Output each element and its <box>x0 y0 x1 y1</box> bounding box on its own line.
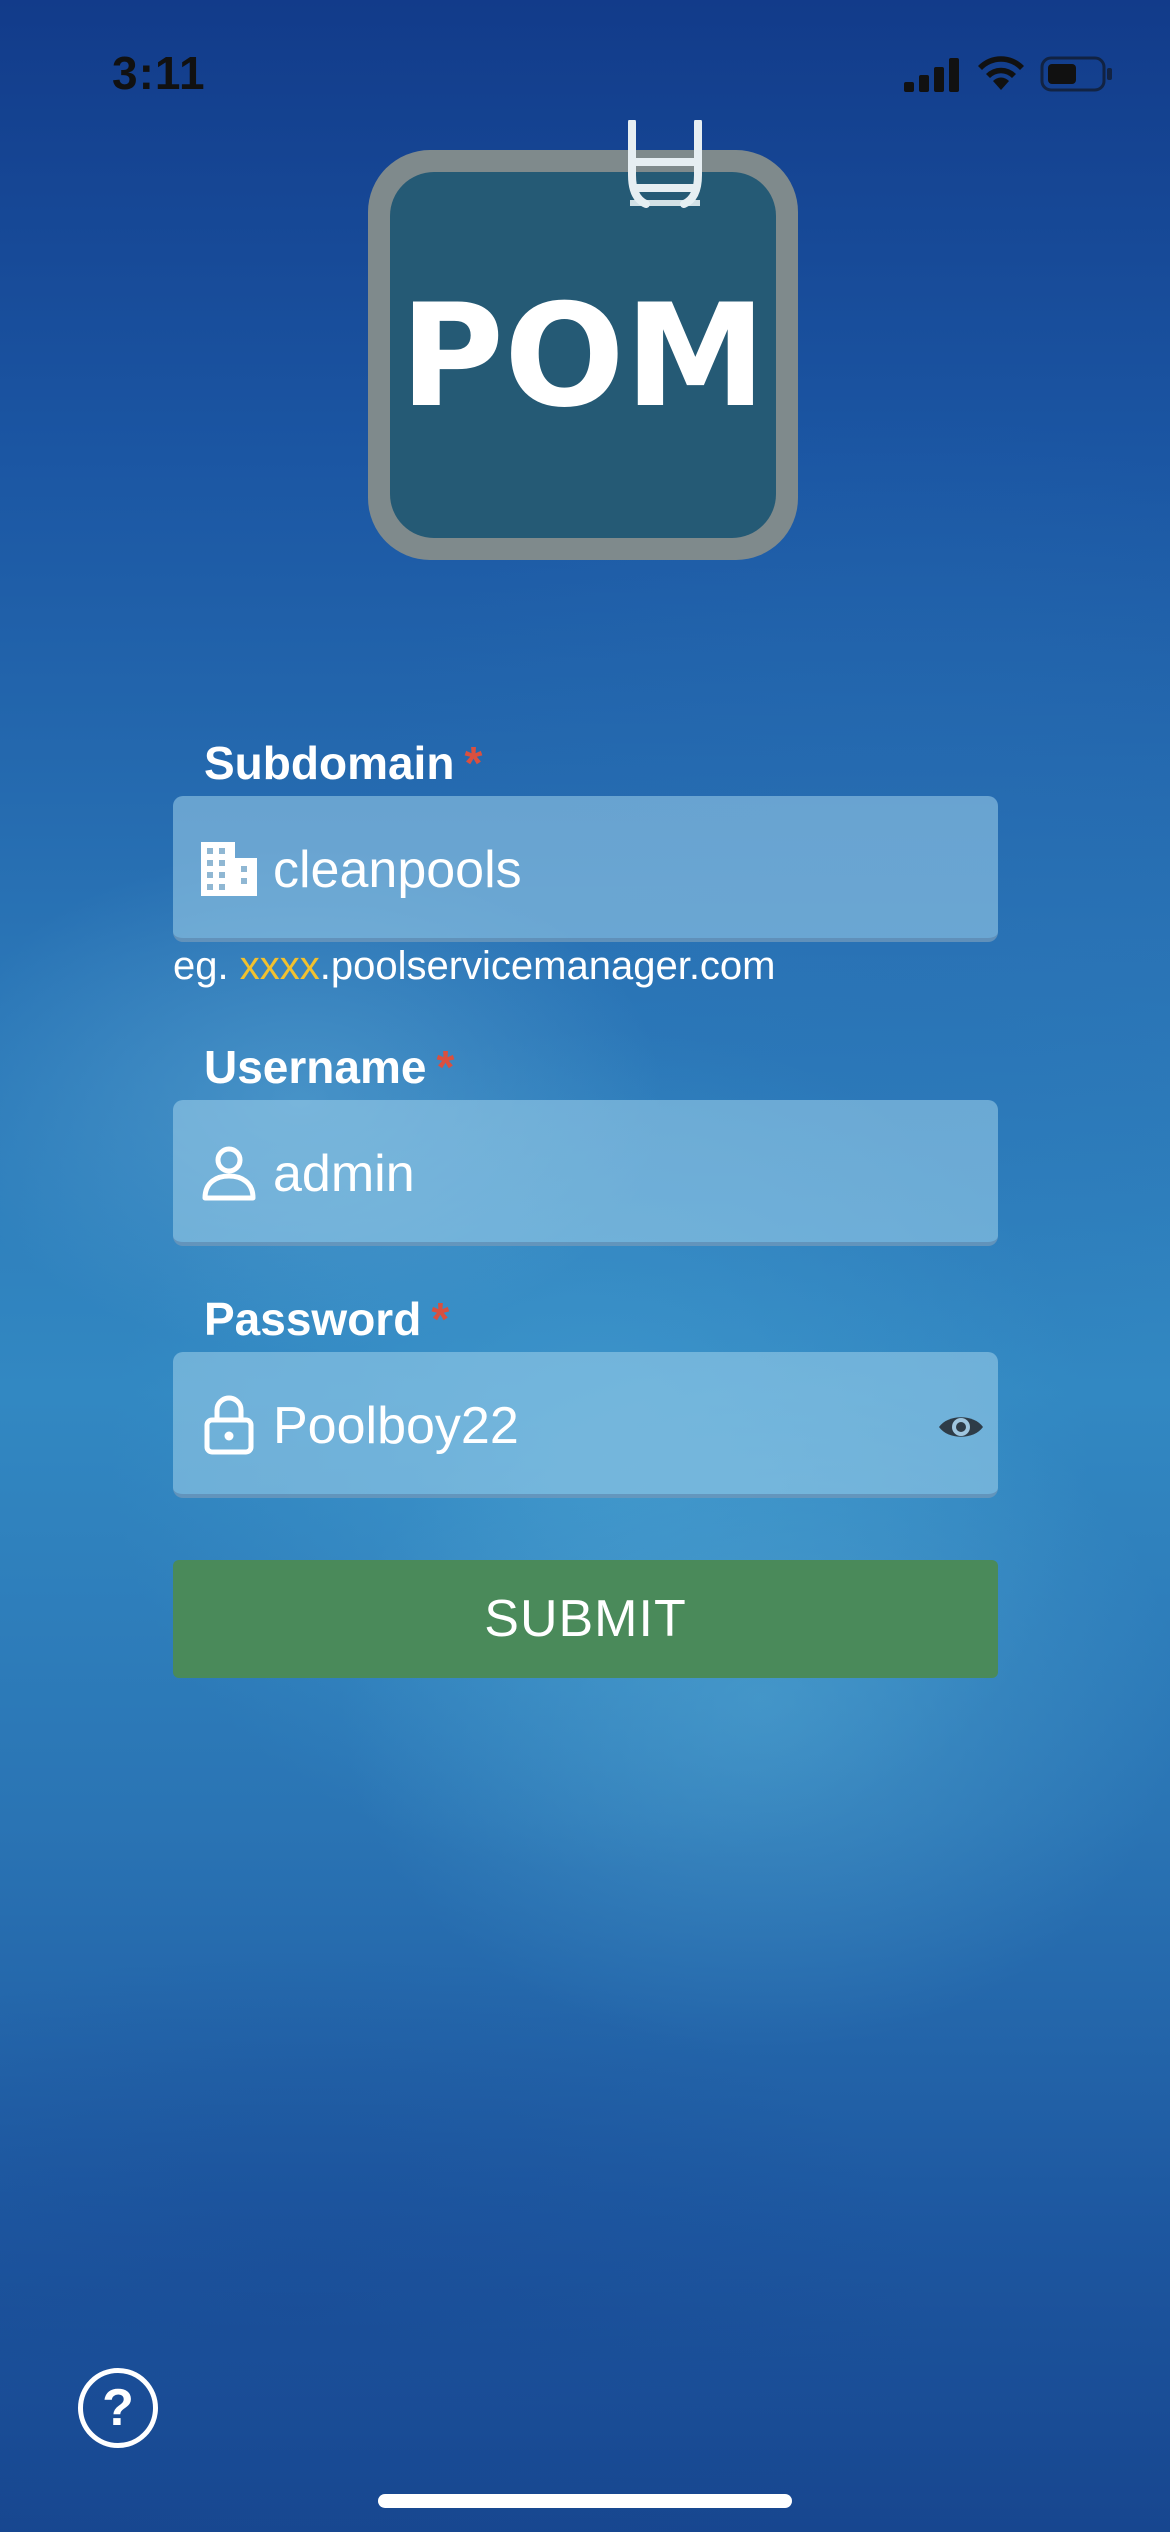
app-logo: POM <box>360 118 810 570</box>
password-label-text: Password <box>204 1293 422 1345</box>
lock-icon <box>204 1395 254 1455</box>
pool-ladder-icon: POM <box>368 118 798 560</box>
person-icon <box>202 1146 256 1201</box>
password-label: Password * <box>204 1292 449 1346</box>
username-label: Username * <box>204 1040 454 1094</box>
required-mark: * <box>464 737 483 789</box>
hint-highlight: xxxx <box>239 944 320 988</box>
logo-text: POM <box>400 274 766 439</box>
subdomain-label-text: Subdomain <box>204 737 455 789</box>
battery-icon <box>1040 56 1112 92</box>
required-mark: * <box>436 1041 455 1093</box>
subdomain-label: Subdomain * <box>204 736 482 790</box>
submit-button[interactable]: SUBMIT <box>173 1560 998 1678</box>
username-label-text: Username <box>204 1041 427 1093</box>
status-bar: 3:11 <box>0 0 1170 140</box>
username-input[interactable]: admin <box>273 1144 415 1204</box>
username-field[interactable]: admin <box>173 1100 998 1246</box>
password-field[interactable]: Poolboy22 <box>173 1352 998 1498</box>
subdomain-field[interactable]: cleanpools <box>173 796 998 942</box>
help-label: ? <box>102 2379 134 2437</box>
signal-icon <box>904 58 959 92</box>
password-input[interactable]: Poolboy22 <box>273 1396 519 1456</box>
building-icon <box>201 842 257 896</box>
subdomain-hint: eg. xxxx.poolservicemanager.com <box>173 944 776 989</box>
status-time: 3:11 <box>112 47 206 99</box>
hint-prefix: eg. <box>173 944 240 988</box>
wifi-icon <box>978 56 1024 90</box>
question-circle-icon[interactable]: ? <box>78 2368 158 2448</box>
subdomain-input[interactable]: cleanpools <box>273 840 522 900</box>
hint-suffix: .poolservicemanager.com <box>319 944 776 988</box>
eye-icon[interactable] <box>936 1402 986 1452</box>
home-indicator[interactable] <box>378 2494 792 2508</box>
required-mark: * <box>431 1293 450 1345</box>
